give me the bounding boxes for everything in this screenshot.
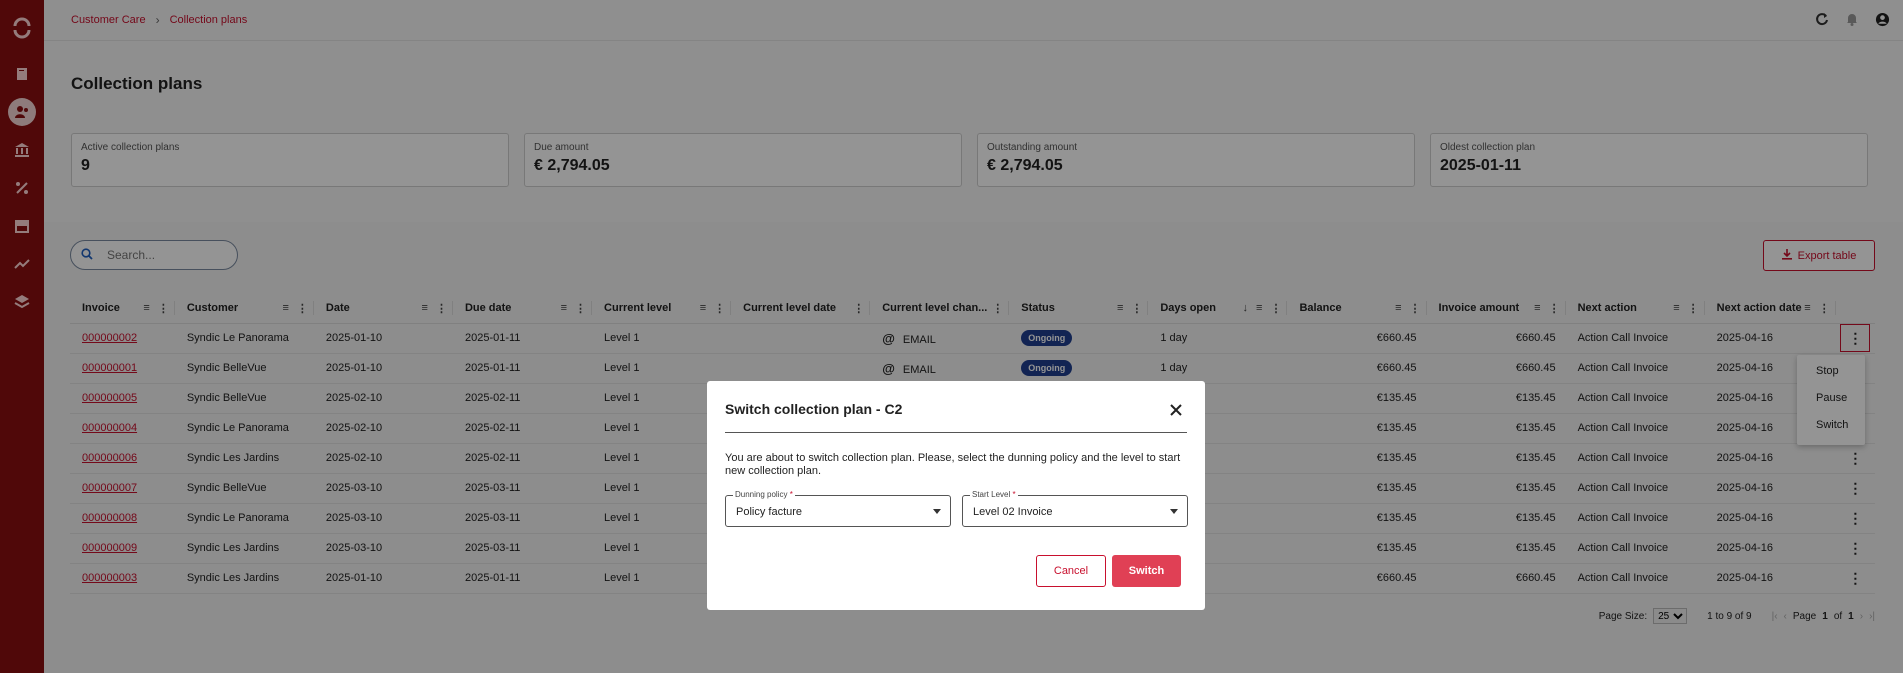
dialog-divider — [725, 432, 1187, 433]
field-label: Dunning policy * — [733, 490, 795, 499]
switch-plan-dialog: Switch collection plan - C2 You are abou… — [707, 381, 1205, 610]
dunning-policy-label: Dunning policy — [735, 490, 788, 499]
switch-button[interactable]: Switch — [1112, 555, 1181, 587]
start-level-label: Start Level — [972, 490, 1011, 499]
required-mark: * — [1012, 490, 1016, 499]
dunning-policy-value: Policy facture — [736, 506, 803, 518]
close-icon[interactable] — [1167, 401, 1185, 419]
start-level-value: Level 02 Invoice — [973, 506, 1053, 518]
start-level-select[interactable]: Start Level * Level 02 Invoice — [962, 490, 1188, 527]
dialog-message: You are about to switch collection plan.… — [725, 452, 1181, 477]
chevron-down-icon — [933, 509, 941, 514]
chevron-down-icon — [1170, 509, 1178, 514]
dunning-policy-select[interactable]: Dunning policy * Policy facture — [725, 490, 951, 527]
cancel-button[interactable]: Cancel — [1036, 555, 1106, 587]
dialog-title: Switch collection plan - C2 — [725, 401, 903, 417]
required-mark: * — [789, 490, 793, 499]
field-label: Start Level * — [970, 490, 1018, 499]
